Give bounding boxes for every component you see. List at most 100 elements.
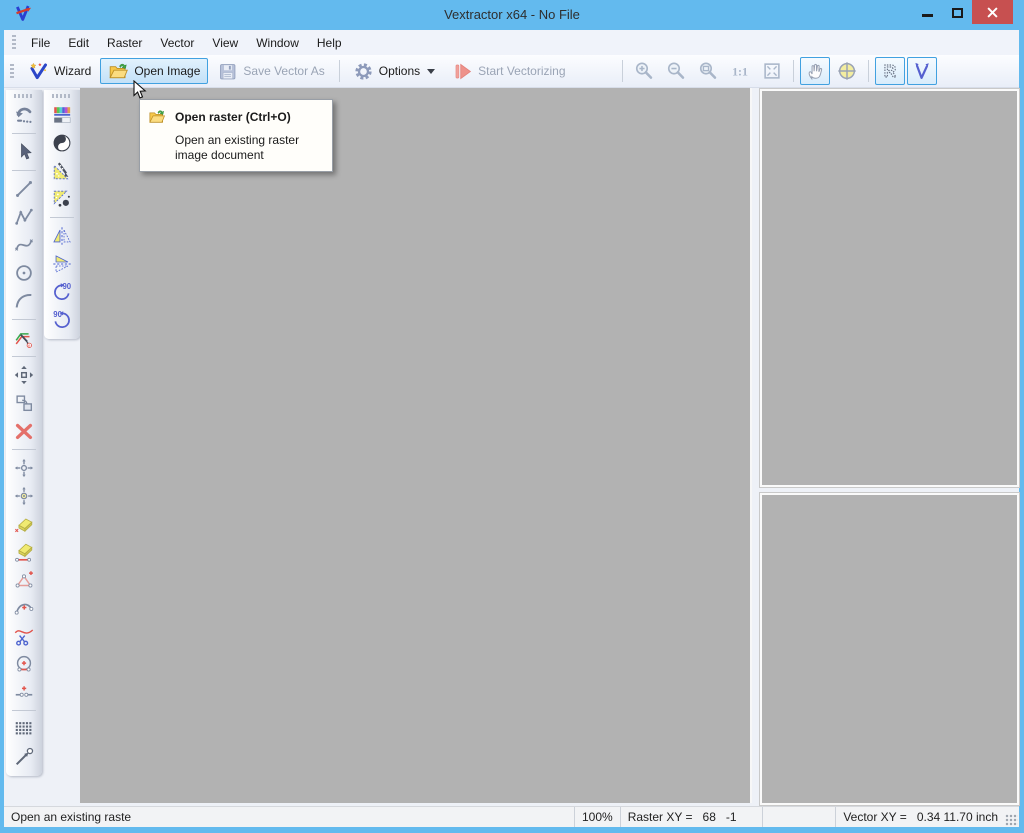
tool-mirror-horizontal[interactable] xyxy=(47,222,77,250)
open-image-button[interactable]: Open Image xyxy=(100,58,208,84)
tool-move-object[interactable] xyxy=(9,361,39,389)
toolbar-separator xyxy=(50,217,74,218)
despeckle-pen-icon xyxy=(51,160,73,182)
save-vector-as-label: Save Vector As xyxy=(243,64,324,78)
tool-select[interactable] xyxy=(9,138,39,166)
tool-mirror-vertical[interactable] xyxy=(47,250,77,278)
tool-undo[interactable] xyxy=(9,101,39,129)
toolbar-separator xyxy=(12,356,36,357)
workspace: e 9090 xyxy=(4,88,1019,806)
resize-grip-icon[interactable] xyxy=(1005,814,1018,826)
preview-panel-bottom[interactable] xyxy=(760,493,1019,805)
toolbar-separator xyxy=(12,133,36,134)
menu-help[interactable]: Help xyxy=(308,32,351,54)
tool-trace-line[interactable]: e xyxy=(9,324,39,352)
menu-file[interactable]: File xyxy=(22,32,59,54)
statusbar: Open an existing raste 100% Raster XY = … xyxy=(4,806,1019,827)
add-vertex-icon xyxy=(13,569,35,591)
tool-despeckle-pen[interactable] xyxy=(47,157,77,185)
fit-window-icon xyxy=(761,60,783,82)
chevron-down-icon[interactable] xyxy=(427,69,435,78)
toolbar-grip[interactable] xyxy=(10,64,14,79)
tool-palette[interactable] xyxy=(47,101,77,129)
tool-draw-line[interactable] xyxy=(9,175,39,203)
zoom-in-button[interactable] xyxy=(629,57,659,85)
tool-move-origin[interactable] xyxy=(9,482,39,510)
mirror-horizontal-icon xyxy=(51,225,73,247)
tool-add-vertex[interactable] xyxy=(9,566,39,594)
start-vectorize-icon xyxy=(452,61,473,82)
tool-draw-polyline[interactable] xyxy=(9,203,39,231)
toolbar-grip[interactable] xyxy=(52,94,72,98)
bezier-curve-icon xyxy=(13,234,35,256)
zoom-window-icon xyxy=(697,60,719,82)
open-folder-icon xyxy=(148,108,166,126)
tool-copy-object[interactable] xyxy=(9,389,39,417)
tool-draw-curve[interactable] xyxy=(9,231,39,259)
trace-lines-icon: e xyxy=(13,327,35,349)
tool-draw-circle[interactable] xyxy=(9,259,39,287)
tool-delete-object[interactable] xyxy=(9,417,39,445)
preview-panel-top[interactable] xyxy=(760,89,1019,487)
menu-view[interactable]: View xyxy=(203,32,247,54)
minimize-icon xyxy=(922,14,933,17)
close-contour-icon xyxy=(13,653,35,675)
tool-invert[interactable] xyxy=(47,129,77,157)
zoom-in-icon xyxy=(633,60,655,82)
fit-window-button[interactable] xyxy=(757,57,787,85)
open-folder-icon xyxy=(108,61,129,82)
raster-grid-icon xyxy=(13,718,35,740)
tool-move-node[interactable] xyxy=(9,454,39,482)
svg-text:1:1: 1:1 xyxy=(732,65,748,79)
options-button[interactable]: Options xyxy=(345,58,443,84)
tool-join-lines[interactable] xyxy=(9,678,39,706)
raster-canvas[interactable] xyxy=(80,88,752,803)
toolbar-grip[interactable] xyxy=(14,94,34,98)
toolbar-separator xyxy=(868,60,869,82)
start-vectorizing-button[interactable]: Start Vectorizing xyxy=(444,58,573,84)
menubar-grip[interactable] xyxy=(12,35,16,50)
show-raster-button[interactable]: R xyxy=(875,57,905,85)
tool-add-arc-point[interactable] xyxy=(9,594,39,622)
tool-erase[interactable] xyxy=(9,510,39,538)
toolbar-separator xyxy=(12,170,36,171)
tool-draw-arc[interactable] xyxy=(9,287,39,315)
tool-despeckle-dots[interactable] xyxy=(47,185,77,213)
delete-x-icon xyxy=(13,420,35,442)
maximize-button[interactable] xyxy=(942,0,972,24)
zoom-1-1-icon: 1:1 xyxy=(729,60,751,82)
menu-edit[interactable]: Edit xyxy=(59,32,98,54)
zoom-out-button[interactable] xyxy=(661,57,691,85)
origin-button[interactable] xyxy=(832,57,862,85)
save-vector-as-button[interactable]: Save Vector As xyxy=(209,58,332,84)
open-image-label: Open Image xyxy=(134,64,200,78)
tool-raster-grid[interactable] xyxy=(9,715,39,743)
menu-vector[interactable]: Vector xyxy=(151,32,203,54)
show-vector-button[interactable] xyxy=(907,57,937,85)
menu-raster[interactable]: Raster xyxy=(98,32,151,54)
pan-button[interactable] xyxy=(800,57,830,85)
wizard-label: Wizard xyxy=(54,64,91,78)
tool-rotate-90-cw[interactable]: 90 xyxy=(47,278,77,306)
menu-items: FileEditRasterVectorViewWindowHelp xyxy=(22,30,351,55)
wizard-button[interactable]: Wizard xyxy=(20,58,99,84)
tool-cut-curve[interactable] xyxy=(9,622,39,650)
toolbar-separator xyxy=(339,60,340,82)
titlebar: Vextractor x64 - No File xyxy=(0,0,1024,30)
tool-rotate-90-ccw[interactable]: 90 xyxy=(47,306,77,334)
view-button-group: 1:1 R xyxy=(617,55,938,87)
menu-window[interactable]: Window xyxy=(247,32,308,54)
vector-v-icon xyxy=(911,60,933,82)
copy-icon xyxy=(13,392,35,414)
despeckle-dots-icon xyxy=(51,188,73,210)
close-button[interactable] xyxy=(972,0,1013,24)
zoom-actual-button[interactable]: 1:1 xyxy=(725,57,755,85)
tool-pick-point[interactable] xyxy=(9,743,39,771)
palette-icon xyxy=(51,104,73,126)
minimize-button[interactable] xyxy=(912,0,942,24)
origin-target-icon xyxy=(836,60,858,82)
zoom-window-button[interactable] xyxy=(693,57,723,85)
tool-close-contour[interactable] xyxy=(9,650,39,678)
tooltip-description: Open an existing raster image document xyxy=(175,133,333,162)
tool-erase-segment[interactable] xyxy=(9,538,39,566)
